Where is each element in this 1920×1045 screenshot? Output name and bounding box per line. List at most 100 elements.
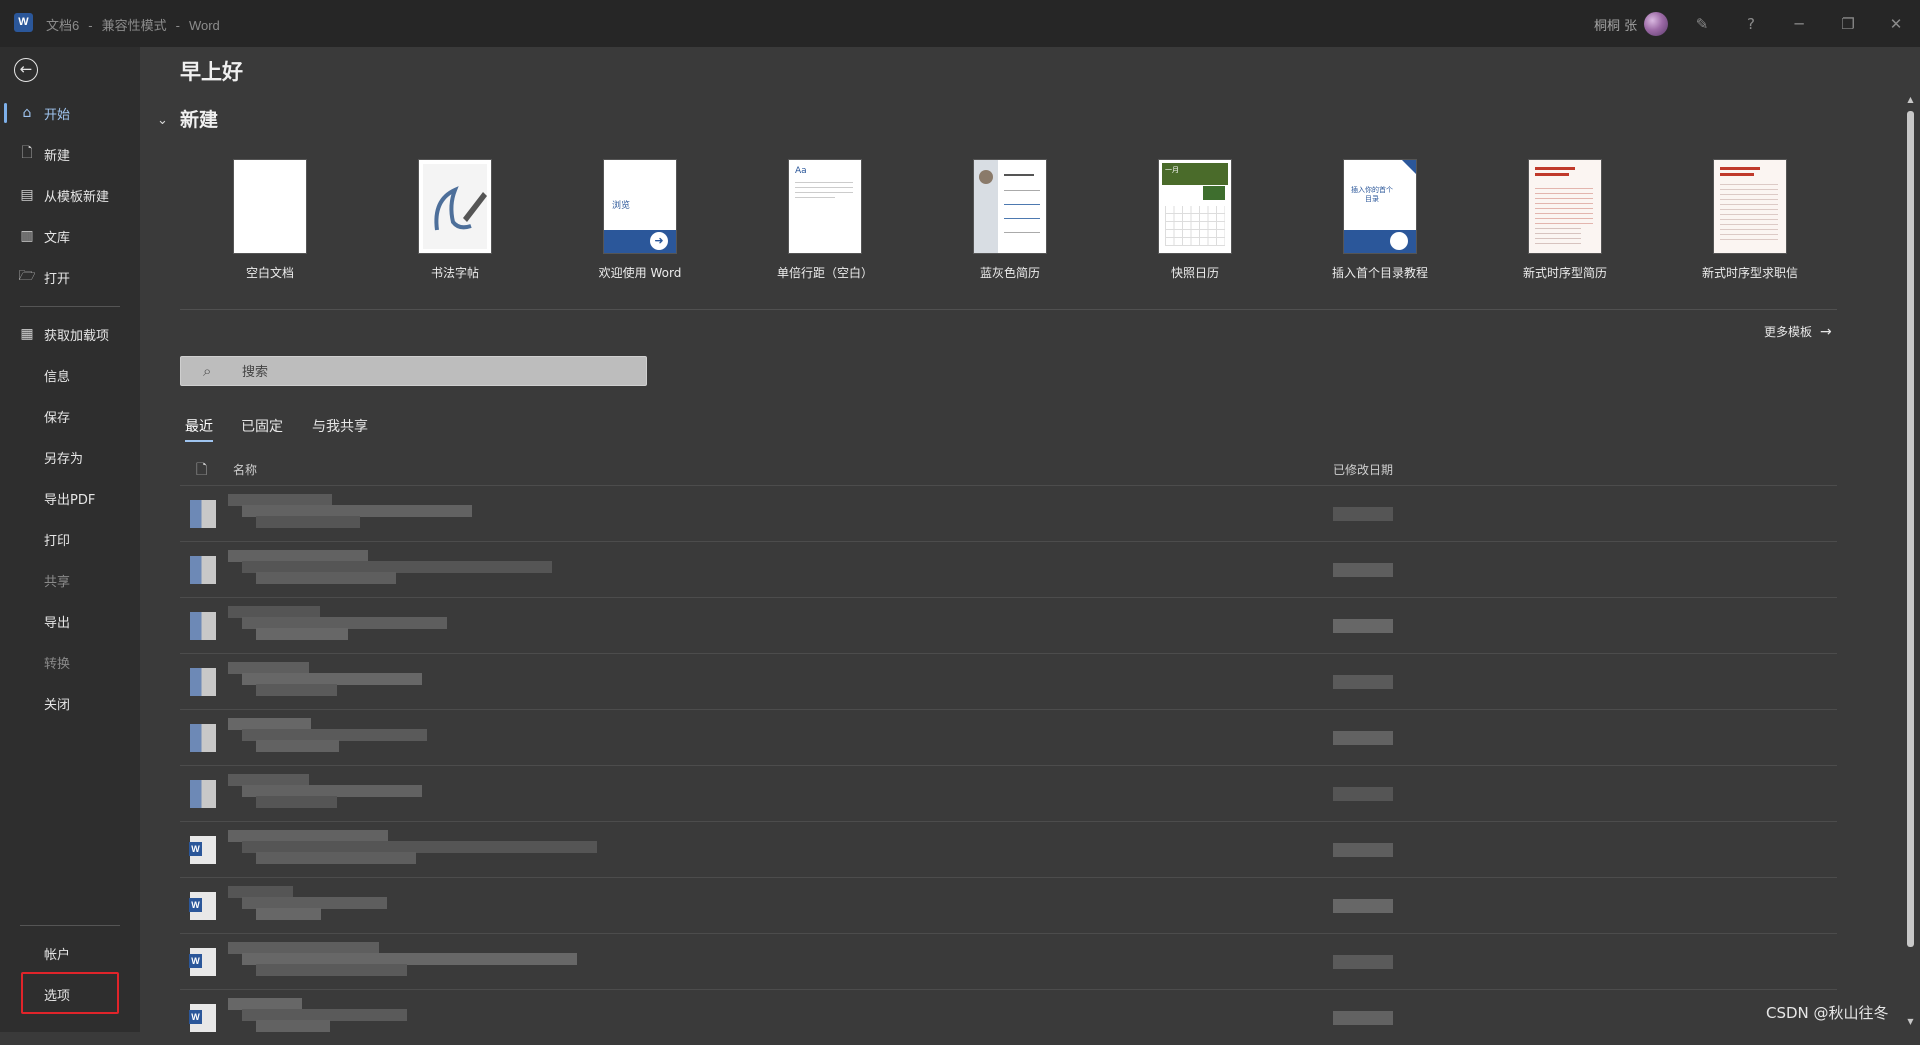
document-file-icon <box>190 500 216 528</box>
window-title: 文档6- 兼容性模式 - Word <box>46 15 220 34</box>
file-row[interactable] <box>180 933 1837 989</box>
sidebar-item-home[interactable]: ⌂ 开始 <box>0 95 140 131</box>
sidebar-item-save[interactable]: 保存 <box>0 398 140 434</box>
template-label: 空白文档 <box>245 266 294 280</box>
restore-icon[interactable]: ❐ <box>1836 12 1860 36</box>
template-thumbnail: 插入你的首个目录 <box>1344 160 1416 253</box>
tab-shared-with-me[interactable]: 与我共享 <box>312 416 368 440</box>
tab-recent[interactable]: 最近 <box>185 416 213 442</box>
document-file-icon <box>190 556 216 584</box>
sidebar-item-share[interactable]: 共享 <box>0 562 140 598</box>
sidebar-item-label: 导出PDF <box>44 492 96 508</box>
sidebar-item-convert[interactable]: 转换 <box>0 644 140 680</box>
more-templates-link[interactable]: 更多模板 → <box>1764 323 1832 340</box>
obscured-file-name <box>256 796 337 808</box>
file-row[interactable] <box>180 765 1837 821</box>
word-file-icon <box>189 1004 216 1032</box>
sidebar-item-library[interactable]: ▥ 文库 <box>0 218 140 254</box>
search-input[interactable] <box>240 361 624 383</box>
sidebar-item-save-as[interactable]: 另存为 <box>0 439 140 475</box>
sidebar-item-export-pdf[interactable]: 导出PDF <box>0 480 140 516</box>
file-row[interactable] <box>180 541 1837 597</box>
template-label: 单倍行距（空白） <box>776 266 873 280</box>
calendar-grid <box>1165 206 1225 246</box>
file-row[interactable] <box>180 821 1837 877</box>
template-modern-chrono-resume[interactable]: 新式时序型简历 <box>1480 160 1650 285</box>
sidebar-item-label: 保存 <box>44 410 71 426</box>
back-arrow-icon[interactable]: ← <box>14 58 38 82</box>
sidebar-item-open[interactable]: 🗁 打开 <box>0 259 140 295</box>
file-type-icon: 🗋 <box>196 462 208 478</box>
corner-ribbon <box>1402 160 1416 174</box>
sidebar-item-print[interactable]: 打印 <box>0 521 140 557</box>
sidebar-item-from-template[interactable]: ▤ 从模板新建 <box>0 177 140 213</box>
file-row[interactable] <box>180 653 1837 709</box>
toc-badge-icon <box>1390 232 1408 250</box>
template-label: 蓝灰色简历 <box>979 266 1040 280</box>
chevron-down-icon[interactable]: ⌄ <box>157 113 168 128</box>
search-box[interactable]: ⌕ <box>180 356 647 386</box>
scroll-thumb[interactable] <box>1907 111 1914 947</box>
scroll-down-arrow-icon[interactable]: ▼ <box>1906 1017 1915 1026</box>
obscured-file-name <box>256 684 337 696</box>
template-blank[interactable]: 空白文档 <box>185 160 355 285</box>
sidebar-item-label: 信息 <box>44 369 71 385</box>
template-single-spaced[interactable]: Aa 单倍行距（空白） <box>740 160 910 285</box>
obscured-file-name <box>256 964 407 976</box>
addins-icon: ▦ <box>20 326 34 342</box>
template-snapshot-calendar[interactable]: 一月 快照日历 <box>1110 160 1280 285</box>
name-heading <box>1720 173 1754 176</box>
sidebar-item-addins[interactable]: ▦ 获取加载项 <box>0 316 140 352</box>
document-name: 文档6 <box>46 18 80 33</box>
title-bar: W 文档6- 兼容性模式 - Word 桐桐 张 ✎ ? ─ ❐ ✕ <box>0 0 1920 47</box>
template-label: 欢迎使用 Word <box>598 266 682 280</box>
scrollbar[interactable]: ▲ ▼ <box>1906 95 1915 1032</box>
template-toc-tutorial[interactable]: 插入你的首个目录 插入首个目录教程 <box>1295 160 1465 285</box>
template-icon: ▤ <box>20 187 34 203</box>
avatar[interactable] <box>1644 12 1668 36</box>
folder-open-icon: 🗁 <box>18 268 36 284</box>
template-label: 新式时序型简历 <box>1522 266 1607 280</box>
obscured-modified-date <box>1333 507 1393 521</box>
word-file-icon <box>189 836 216 864</box>
new-section-title: 新建 <box>180 109 219 131</box>
template-calligraphy[interactable]: 书法字帖 <box>370 160 540 285</box>
column-header-name[interactable]: 名称 <box>233 461 257 478</box>
help-icon[interactable]: ? <box>1739 12 1763 36</box>
sidebar-item-label: 从模板新建 <box>44 189 110 205</box>
sidebar-item-export[interactable]: 导出 <box>0 603 140 639</box>
scroll-up-arrow-icon[interactable]: ▲ <box>1906 95 1915 104</box>
month-text: 一月 <box>1165 166 1179 174</box>
feedback-icon[interactable]: ✎ <box>1690 12 1714 36</box>
file-row[interactable] <box>180 709 1837 765</box>
file-row[interactable] <box>180 597 1837 653</box>
template-blue-grey-resume[interactable]: 蓝灰色简历 <box>925 160 1095 285</box>
sidebar-item-label: 打开 <box>44 271 71 287</box>
sidebar-item-close[interactable]: 关闭 <box>0 685 140 721</box>
template-welcome-word[interactable]: 浏览 ➜ 欢迎使用 Word <box>555 160 725 285</box>
line-placeholder <box>1004 174 1034 176</box>
sidebar-item-new[interactable]: 🗋 新建 <box>0 136 140 172</box>
line-placeholder <box>795 197 835 198</box>
tab-pinned[interactable]: 已固定 <box>241 416 283 440</box>
template-label: 插入首个目录教程 <box>1331 266 1428 280</box>
obscured-file-name <box>256 740 340 752</box>
sidebar-item-info[interactable]: 信息 <box>0 357 140 393</box>
close-icon[interactable]: ✕ <box>1884 12 1908 36</box>
aa-text: Aa <box>795 166 807 176</box>
template-modern-chrono-cover-letter[interactable]: 新式时序型求职信 <box>1665 160 1835 285</box>
column-header-modified[interactable]: 已修改日期 <box>1333 461 1393 478</box>
file-row[interactable] <box>180 989 1837 1045</box>
obscured-file-name <box>256 628 349 640</box>
file-row[interactable] <box>180 485 1837 541</box>
greeting: 早上好 <box>180 60 243 84</box>
sidebar-item-account[interactable]: 帐户 <box>0 935 140 971</box>
sidebar-item-label: 共享 <box>44 574 71 590</box>
minimize-icon[interactable]: ─ <box>1787 12 1811 36</box>
file-row[interactable] <box>180 877 1837 933</box>
user-name[interactable]: 桐桐 张 <box>1594 15 1637 34</box>
obscured-file-name <box>256 572 396 584</box>
sidebar-item-label: 开始 <box>44 107 71 123</box>
obscured-file-name <box>256 516 360 528</box>
word-file-icon <box>189 948 216 976</box>
